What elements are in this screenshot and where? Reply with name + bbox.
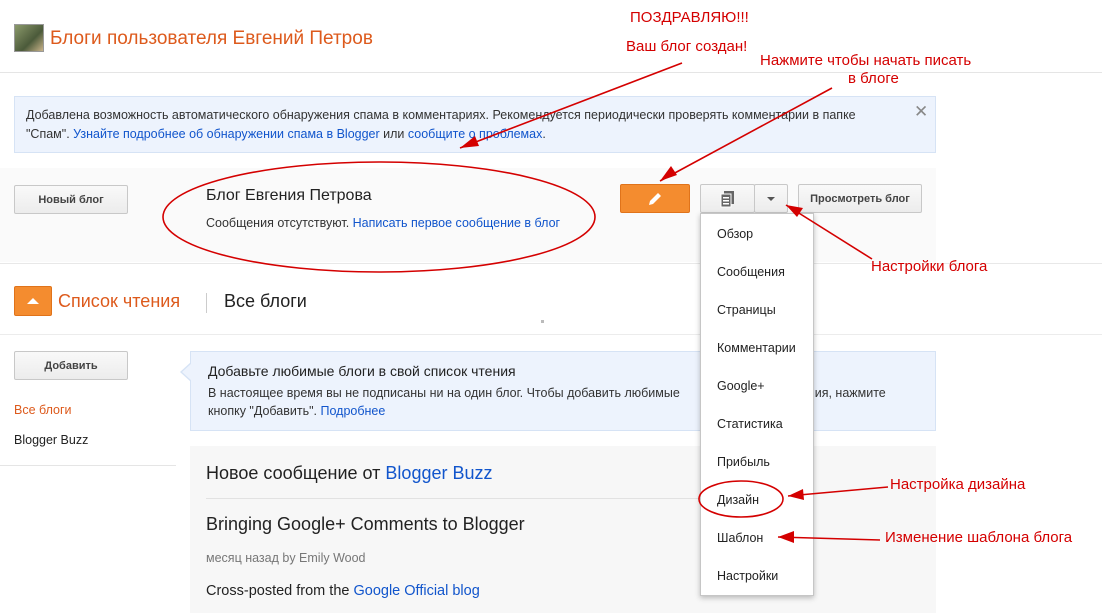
google-blog-link[interactable]: Google Official blog — [353, 583, 479, 599]
divider — [0, 334, 1102, 335]
reading-list-toggle[interactable] — [14, 286, 52, 316]
write-first-post-link[interactable]: Написать первое сообщение в блог — [353, 216, 560, 230]
feed-heading-prefix: Новое сообщение от — [206, 463, 386, 483]
divider — [206, 498, 726, 499]
panel-text-line1: В настоящее время вы не подписаны ни на … — [208, 386, 680, 400]
menu-item-overview[interactable]: Обзор — [701, 227, 813, 241]
menu-item-pages[interactable]: Страницы — [701, 303, 813, 317]
panel-text-line2: кнопку "Добавить". — [208, 404, 321, 418]
blog-name[interactable]: Блог Евгения Петрова — [206, 187, 372, 205]
posts-button[interactable] — [700, 184, 755, 213]
notice-end: . — [542, 127, 546, 141]
post-meta: месяц назад by Emily Wood — [206, 551, 366, 565]
annotation-congrats: ПОЗДРАВЛЯЮ!!! — [630, 9, 749, 26]
post-title[interactable]: Bringing Google+ Comments to Blogger — [206, 514, 525, 535]
divider — [0, 72, 1102, 73]
view-blog-button[interactable]: Просмотреть блог — [798, 184, 922, 213]
panel-text-line1-end: ния, нажмите — [807, 386, 886, 400]
notice-connector: или — [379, 127, 408, 141]
annotation-template: Изменение шаблона блога — [885, 529, 1073, 546]
menu-item-google-plus[interactable]: Google+ — [701, 379, 813, 393]
blog-status: Сообщения отсутствуют. Написать первое с… — [206, 216, 560, 230]
menu-item-template[interactable]: Шаблон — [701, 531, 813, 545]
divider — [0, 465, 176, 466]
new-blog-button[interactable]: Новый блог — [14, 185, 128, 214]
annotation-click-write-2: в блоге — [848, 70, 899, 87]
document-icon — [720, 190, 734, 207]
new-post-button[interactable] — [620, 184, 690, 213]
spam-notice: Добавлена возможность автоматического об… — [14, 96, 936, 153]
annotation-click-write: Нажмите чтобы начать писать — [760, 52, 972, 69]
add-blog-button[interactable]: Добавить — [14, 351, 128, 380]
annotation-blog-settings: Настройки блога — [871, 258, 988, 275]
blog-status-text: Сообщения отсутствуют. — [206, 216, 353, 230]
menu-item-earnings[interactable]: Прибыль — [701, 455, 813, 469]
menu-item-comments[interactable]: Комментарии — [701, 341, 813, 355]
panel-pointer-fill — [182, 363, 192, 381]
caret-down-icon — [767, 196, 775, 201]
post-text-prefix: Cross-posted from the — [206, 583, 354, 599]
close-icon[interactable]: ✕ — [914, 102, 928, 122]
caret-up-icon — [27, 298, 39, 304]
blogger-buzz-link[interactable]: Blogger Buzz — [385, 463, 492, 483]
menu-item-stats[interactable]: Статистика — [701, 417, 813, 431]
menu-item-settings[interactable]: Настройки — [701, 569, 813, 583]
reading-list-info-panel: Добавьте любимые блоги в свой список чте… — [190, 351, 936, 431]
all-blogs-heading: Все блоги — [224, 291, 307, 311]
blog-settings-menu: Обзор Сообщения Страницы Комментарии Goo… — [700, 213, 814, 596]
blog-settings-dropdown[interactable] — [754, 184, 788, 213]
report-problem-link[interactable]: сообщите о проблемах — [408, 127, 542, 141]
pencil-icon — [649, 192, 661, 205]
avatar[interactable] — [14, 24, 44, 52]
menu-item-posts[interactable]: Сообщения — [701, 265, 813, 279]
reading-list-title: Список чтения — [58, 291, 181, 311]
annotation-design: Настройка дизайна — [890, 476, 1026, 493]
panel-text: В настоящее время вы не подписаны ни на … — [208, 384, 935, 420]
sidebar-item-blogger-buzz[interactable]: Blogger Buzz — [14, 433, 88, 447]
divider — [206, 293, 207, 313]
annotation-created: Ваш блог создан! — [626, 38, 748, 55]
feed-heading: Новое сообщение от Blogger Buzz — [206, 463, 492, 484]
page-title: Блоги пользователя Евгений Петров — [50, 28, 373, 49]
more-info-link[interactable]: Подробнее — [321, 404, 386, 418]
menu-item-layout[interactable]: Дизайн — [701, 493, 813, 507]
post-text: Cross-posted from the Google Official bl… — [206, 583, 480, 599]
dot — [541, 320, 544, 323]
panel-title: Добавьте любимые блоги в свой список чте… — [208, 363, 516, 379]
sidebar-item-all-blogs[interactable]: Все блоги — [14, 403, 72, 417]
spam-info-link[interactable]: Узнайте подробнее об обнаружении спама в… — [73, 127, 380, 141]
